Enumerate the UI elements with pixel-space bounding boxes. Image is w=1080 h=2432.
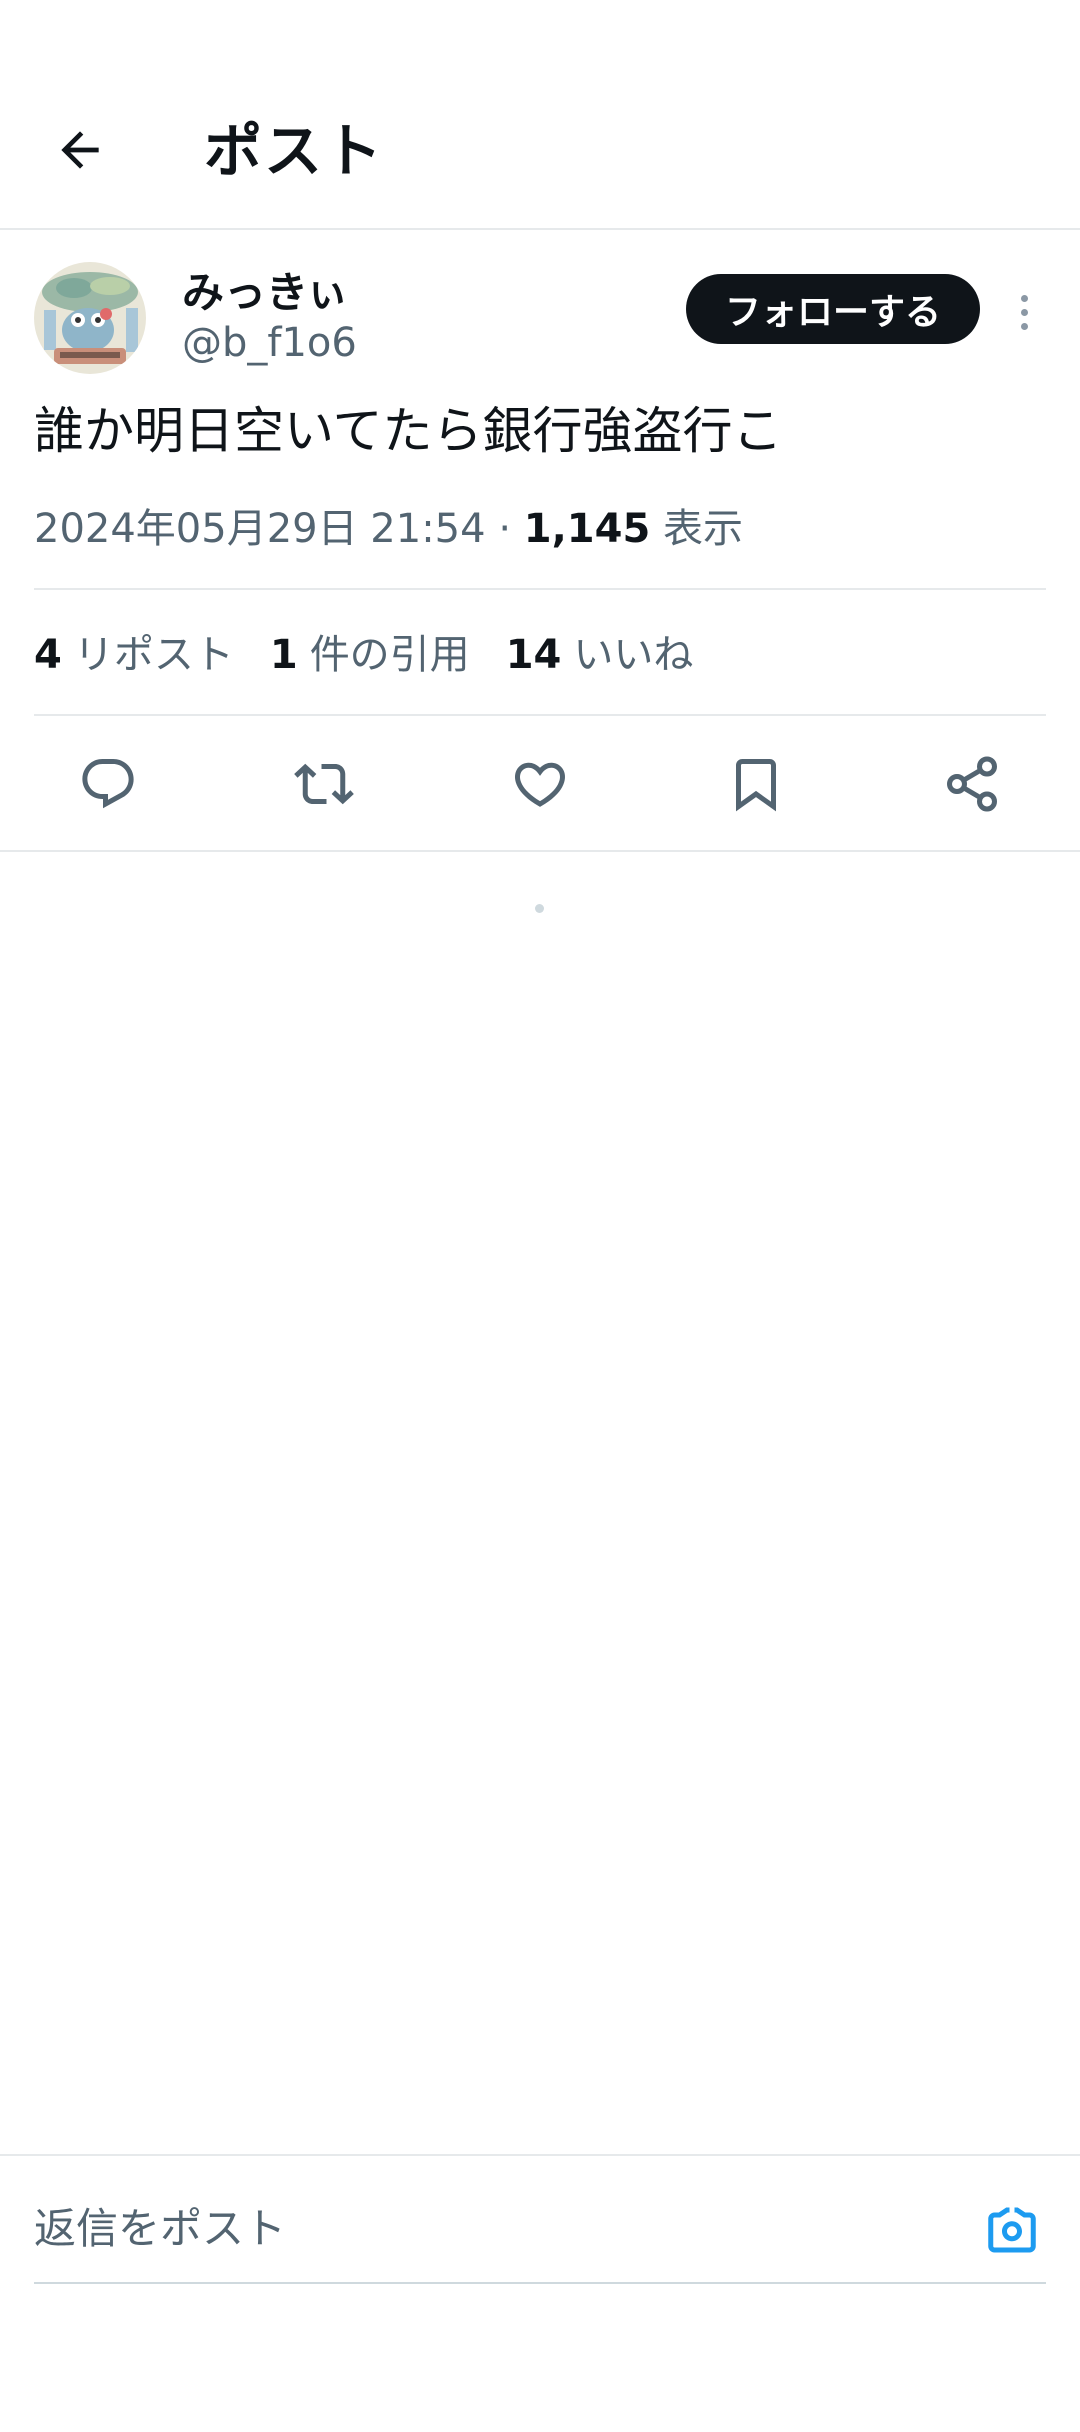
camera-button[interactable] xyxy=(980,2198,1044,2262)
likes-stat[interactable]: 14 いいね xyxy=(506,628,694,682)
reply-composer: 返信をポスト xyxy=(0,2154,1080,2284)
page-title: ポスト xyxy=(204,117,385,185)
post-meta: 2024年05月29日 21:54 · 1,145 表示 xyxy=(34,502,743,556)
avatar[interactable] xyxy=(34,262,146,374)
repost-icon xyxy=(294,763,354,805)
like-button[interactable] xyxy=(502,746,578,822)
post-text: 誰か明日空いてたら銀行強盗行こ xyxy=(34,402,783,460)
heart-icon xyxy=(514,762,566,807)
loading-indicator xyxy=(535,904,544,913)
camera-icon xyxy=(988,2207,1036,2253)
share-button[interactable] xyxy=(934,746,1010,822)
reposts-stat[interactable]: 4 リポスト xyxy=(34,628,234,682)
more-vertical-icon-dot xyxy=(1020,322,1028,330)
top-app-bar: ポスト xyxy=(0,0,1080,230)
more-options-button[interactable] xyxy=(1002,282,1046,342)
author-display-name[interactable]: みっきぃ xyxy=(182,268,348,318)
reply-underline xyxy=(34,2282,1046,2284)
more-vertical-icon-dot xyxy=(1020,308,1028,316)
back-button[interactable] xyxy=(40,110,120,190)
reply-icon xyxy=(82,759,134,809)
reposts-label: リポスト xyxy=(73,632,234,678)
reply-button[interactable] xyxy=(70,746,146,822)
views-count: 1,145 xyxy=(523,506,651,552)
quotes-count: 1 xyxy=(269,632,298,678)
action-bar xyxy=(0,720,1080,850)
bookmark-icon xyxy=(736,759,776,812)
likes-label: いいね xyxy=(573,632,694,678)
frog-illustration-avatar xyxy=(34,262,146,374)
reposts-count: 4 xyxy=(34,632,62,678)
arrow-left-icon xyxy=(61,131,99,169)
follow-button[interactable]: フォローする xyxy=(686,274,980,344)
author-handle[interactable]: @b_f1o6 xyxy=(182,318,357,368)
reply-input[interactable]: 返信をポスト xyxy=(34,2202,286,2256)
meta-separator: · xyxy=(498,506,512,552)
likes-count: 14 xyxy=(505,632,562,678)
quotes-stat[interactable]: 1 件の引用 xyxy=(270,628,470,682)
repost-button[interactable] xyxy=(286,746,362,822)
share-icon xyxy=(947,756,997,812)
post-stats: 4 リポスト 1 件の引用 14 いいね xyxy=(34,628,693,682)
bookmark-button[interactable] xyxy=(718,746,794,822)
divider xyxy=(34,588,1046,590)
divider xyxy=(34,714,1046,716)
quotes-label: 件の引用 xyxy=(309,632,470,678)
section-divider xyxy=(0,850,1080,852)
more-vertical-icon-dot xyxy=(1020,294,1028,302)
views-label: 表示 xyxy=(663,506,743,552)
post-timestamp[interactable]: 2024年05月29日 21:54 xyxy=(34,506,486,552)
